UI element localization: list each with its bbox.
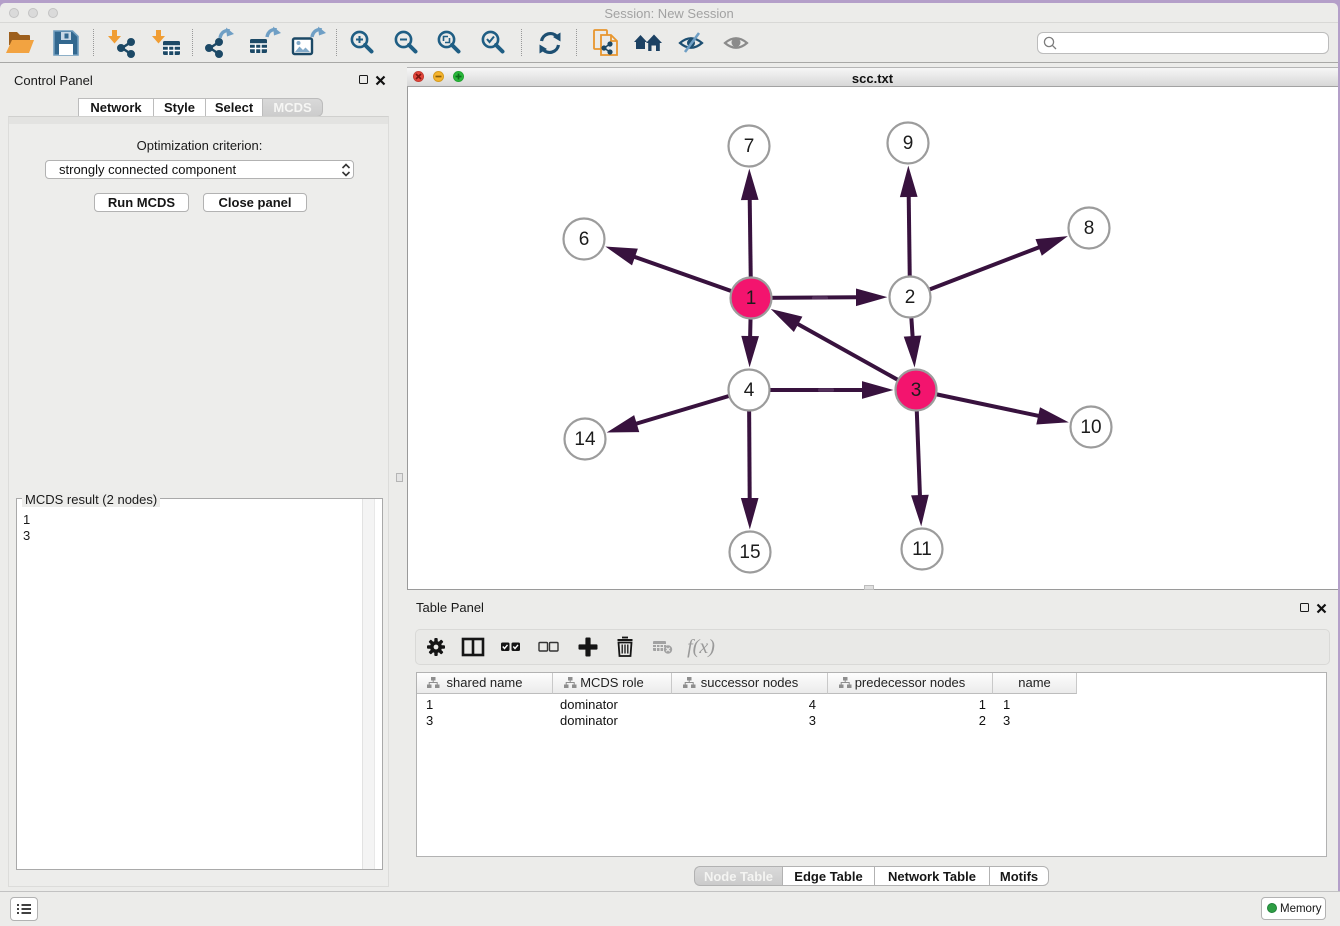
svg-text:1: 1 [746,288,757,309]
svg-text:3: 3 [911,380,922,401]
svg-text:6: 6 [579,229,590,250]
svg-text:10: 10 [1080,417,1101,438]
svg-text:7: 7 [744,136,755,157]
svg-text:14: 14 [574,429,596,450]
svg-text:15: 15 [739,542,760,563]
svg-text:2: 2 [905,287,916,308]
svg-text:4: 4 [744,380,755,401]
svg-text:f(x): f(x) [687,636,715,658]
svg-text:9: 9 [903,133,914,154]
svg-text:11: 11 [912,539,932,560]
svg-text:8: 8 [1084,218,1095,239]
